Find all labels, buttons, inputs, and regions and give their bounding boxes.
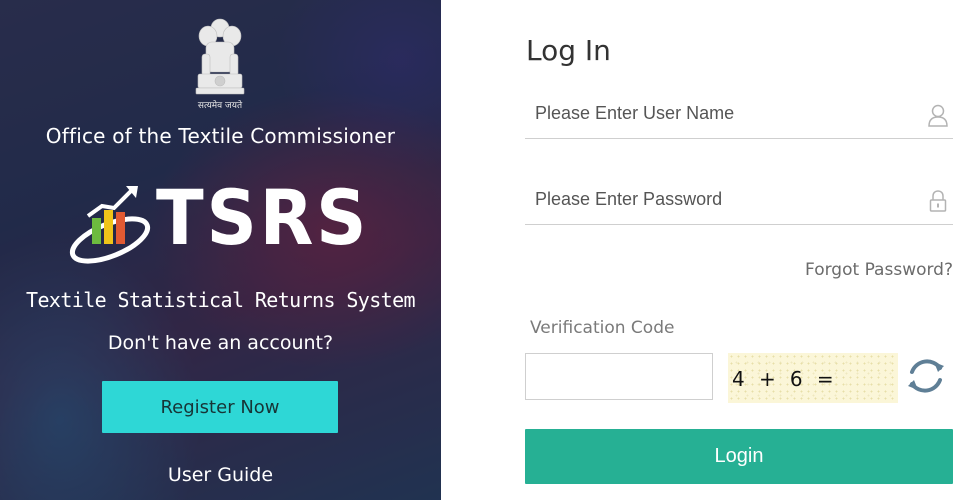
bar-chart-growth-icon (69, 186, 151, 264)
password-field (525, 175, 953, 225)
tsrs-logo-text: TSRS (156, 173, 370, 262)
user-icon (928, 104, 948, 127)
hero-panel: सत्यमेव जयते Office of the Textile Commi… (0, 0, 441, 500)
username-input[interactable] (535, 89, 915, 137)
lock-icon (929, 190, 947, 212)
office-title: Office of the Textile Commissioner (45, 124, 396, 148)
emblem-motto: सत्यमेव जयते (197, 101, 243, 111)
user-guide-link[interactable]: User Guide (0, 464, 441, 486)
register-now-button[interactable]: Register Now (102, 381, 338, 433)
username-field (525, 89, 953, 139)
captcha-image: 4 + 6 = (728, 353, 898, 403)
password-input[interactable] (535, 175, 915, 223)
forgot-password-link[interactable]: Forgot Password? (805, 260, 953, 280)
hero-content: सत्यमेव जयते Office of the Textile Commi… (0, 0, 441, 500)
login-title: Log In (526, 34, 611, 67)
login-button[interactable]: Login (525, 429, 953, 484)
verification-code-label: Verification Code (530, 318, 675, 338)
verification-code-input[interactable] (525, 353, 713, 400)
no-account-text: Don't have an account? (107, 332, 334, 354)
system-tagline: Textile Statistical Returns System (26, 288, 416, 312)
refresh-icon[interactable] (904, 354, 948, 398)
